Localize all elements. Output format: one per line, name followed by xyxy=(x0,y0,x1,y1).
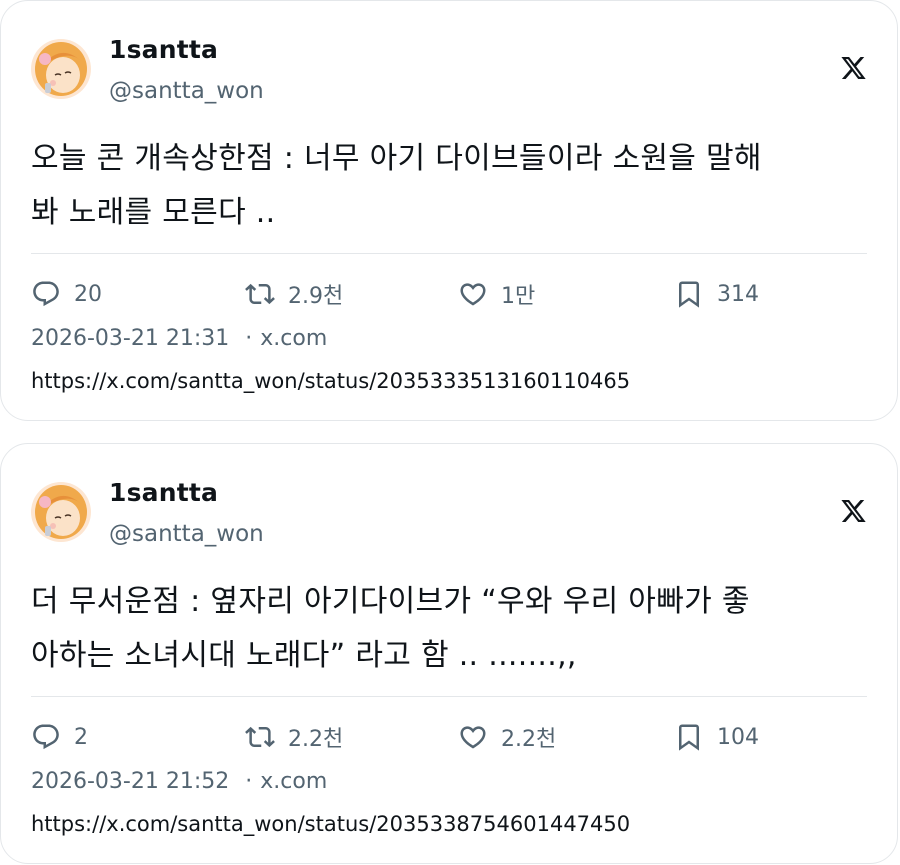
timestamp[interactable]: 2026-03-21 21:52 xyxy=(31,769,229,794)
separator-dot: · xyxy=(245,769,253,794)
reply-icon xyxy=(33,724,59,750)
timestamp[interactable]: 2026-03-21 21:31 xyxy=(31,326,229,351)
divider xyxy=(31,696,867,697)
heart-icon xyxy=(460,283,486,306)
tweet-url[interactable]: https://x.com/santta_won/status/20353335… xyxy=(31,369,630,393)
reply-button[interactable]: 2 xyxy=(31,719,88,755)
heart-icon xyxy=(460,726,486,749)
tweet-meta: 2026-03-21 21:31 · x.com xyxy=(31,326,327,351)
x-logo-icon[interactable] xyxy=(840,496,867,526)
x-logo-icon[interactable] xyxy=(840,53,867,83)
retweet-icon xyxy=(245,726,275,748)
bookmark-button[interactable]: 104 xyxy=(674,719,759,755)
like-button[interactable]: 1만 xyxy=(458,276,535,312)
tweet-text-line: 봐 노래를 모른다 .. xyxy=(31,195,276,230)
tweet-text-line: 더 무서운점 : 옆자리 아기다이브가 “우와 우리 아빠가 좋 xyxy=(31,584,750,619)
divider xyxy=(31,253,867,254)
retweet-count: 2.9천 xyxy=(288,284,344,309)
bookmark-icon xyxy=(679,724,699,751)
tweet-text: 더 무서운점 : 옆자리 아기다이브가 “우와 우리 아빠가 좋 아하는 소녀시… xyxy=(31,575,867,683)
tweet-card[interactable]: 1santta @santta_won 오늘 콘 개속상한점 : 너무 아기 다… xyxy=(0,0,898,421)
reply-icon xyxy=(33,281,59,307)
tweet-text: 오늘 콘 개속상한점 : 너무 아기 다이브들이라 소원을 말해 봐 노래를 모… xyxy=(31,132,867,240)
action-bar: 2 2.2천 2.2천 104 xyxy=(31,719,867,755)
retweet-button[interactable]: 2.2천 xyxy=(245,719,343,755)
tweet-card[interactable]: 1santta @santta_won 더 무서운점 : 옆자리 아기다이브가 … xyxy=(0,443,898,864)
bookmark-icon xyxy=(679,281,699,308)
tweet-text-line: 오늘 콘 개속상한점 : 너무 아기 다이브들이라 소원을 말해 xyxy=(31,141,762,176)
like-count: 1만 xyxy=(501,284,536,309)
bookmark-count: 104 xyxy=(717,724,759,750)
retweet-icon xyxy=(245,283,275,305)
action-bar: 20 2.9천 1만 314 xyxy=(31,276,867,312)
bookmark-button[interactable]: 314 xyxy=(674,276,759,312)
tweet-url[interactable]: https://x.com/santta_won/status/20353387… xyxy=(31,812,630,836)
source[interactable]: x.com xyxy=(260,769,327,794)
like-count: 2.2천 xyxy=(501,727,557,752)
reply-button[interactable]: 20 xyxy=(31,276,102,312)
author-name[interactable]: 1santta xyxy=(109,478,218,507)
avatar[interactable] xyxy=(31,39,91,99)
source[interactable]: x.com xyxy=(260,326,327,351)
tweet-text-line: 아하는 소녀시대 노래다” 라고 함 .. .......,, xyxy=(31,638,577,673)
tweet-meta: 2026-03-21 21:52 · x.com xyxy=(31,769,327,794)
reply-count: 2 xyxy=(74,724,88,750)
retweet-button[interactable]: 2.9천 xyxy=(245,276,343,312)
author-name[interactable]: 1santta xyxy=(109,35,218,64)
reply-count: 20 xyxy=(74,281,102,307)
separator-dot: · xyxy=(245,326,253,351)
like-button[interactable]: 2.2천 xyxy=(458,719,556,755)
author-handle[interactable]: @santta_won xyxy=(109,521,264,547)
retweet-count: 2.2천 xyxy=(288,727,344,752)
bookmark-count: 314 xyxy=(717,281,759,307)
author-handle[interactable]: @santta_won xyxy=(109,78,264,104)
avatar[interactable] xyxy=(31,482,91,542)
